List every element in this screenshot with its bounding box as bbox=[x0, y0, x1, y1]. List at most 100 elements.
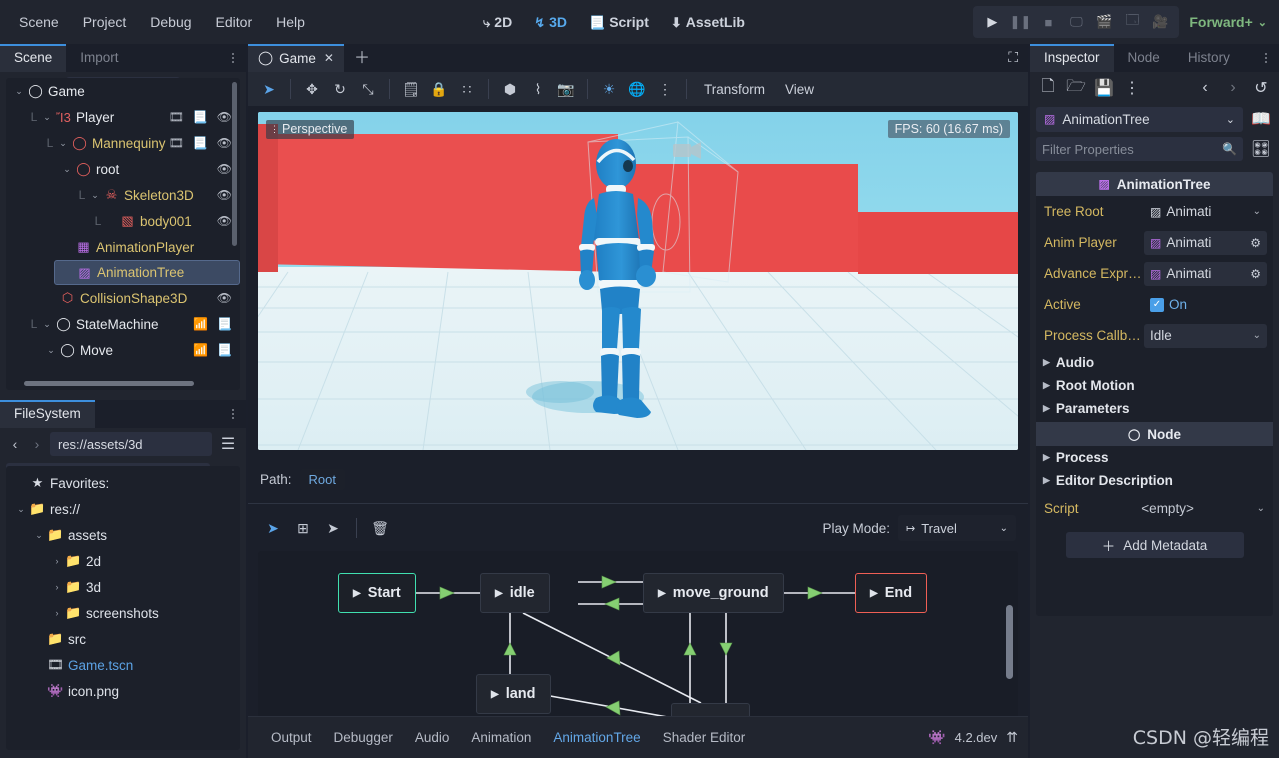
remote-debug-icon[interactable]: 🖵 bbox=[1063, 10, 1089, 34]
graph-vertical-scrollbar[interactable] bbox=[1006, 605, 1013, 679]
expand-arrow-icon[interactable]: › bbox=[50, 556, 64, 566]
expand-arrow-icon[interactable]: ⌄ bbox=[14, 504, 28, 515]
menu-editor[interactable]: Editor bbox=[205, 10, 264, 34]
category-parameters[interactable]: ▶Parameters bbox=[1036, 397, 1273, 420]
category-editordescription[interactable]: ▶Editor Description bbox=[1036, 469, 1273, 492]
script-property-row[interactable]: Script <empty> ⌄ bbox=[1036, 492, 1273, 524]
play-icon[interactable]: ▶ bbox=[495, 588, 503, 599]
expand-arrow-icon[interactable]: ⌄ bbox=[40, 319, 54, 330]
breadcrumb-root[interactable]: Root bbox=[300, 469, 345, 490]
script-icon[interactable]: 📃 bbox=[193, 110, 208, 124]
delete-node-tool-icon[interactable]: 🗑 bbox=[367, 515, 393, 541]
camera-override-icon[interactable]: 📷 bbox=[553, 76, 579, 102]
resource-tool-icon[interactable]: ⚙ bbox=[1250, 236, 1261, 250]
close-icon[interactable]: ✕ bbox=[324, 51, 334, 65]
play-project-button[interactable]: ▶ bbox=[979, 10, 1005, 34]
add-metadata-button[interactable]: ＋ Add Metadata bbox=[1066, 532, 1244, 558]
state-node-move_ground[interactable]: ▶move_ground bbox=[643, 573, 784, 613]
bottom-tab-shader-editor[interactable]: Shader Editor bbox=[652, 726, 757, 749]
scene-tree-item-mannequiny[interactable]: L⌄◯Mannequiny🎞📃👁 bbox=[38, 130, 240, 156]
use-local-space-icon[interactable]: ⬢ bbox=[497, 76, 523, 102]
tab-filesystem[interactable]: FileSystem bbox=[0, 400, 95, 428]
category-rootmotion[interactable]: ▶Root Motion bbox=[1036, 374, 1273, 397]
scene-tree-vertical-scrollbar[interactable] bbox=[232, 82, 237, 246]
3d-viewport[interactable]: ⋮ Perspective FPS: 60 (16.67 ms) bbox=[258, 112, 1018, 450]
renderer-selector[interactable]: Forward+ ⌄ bbox=[1189, 14, 1271, 30]
distraction-free-icon[interactable]: ⛶ bbox=[1008, 49, 1018, 66]
expand-bottom-panel-icon[interactable]: ⇈ bbox=[1006, 729, 1018, 746]
new-resource-icon[interactable]: 🗋 bbox=[1036, 76, 1060, 100]
play-icon[interactable]: ▶ bbox=[658, 588, 666, 599]
menu-help[interactable]: Help bbox=[265, 10, 316, 34]
mode-assetlib-button[interactable]: ⬇ AssetLib bbox=[662, 9, 754, 35]
preview-sun-icon[interactable]: ☀ bbox=[596, 76, 622, 102]
state-node-idle[interactable]: ▶idle bbox=[480, 573, 550, 613]
visibility-icon[interactable]: 👁 bbox=[217, 110, 232, 124]
toggle-split-mode-icon[interactable]: ☰ bbox=[216, 432, 240, 456]
property-row-active[interactable]: Active✓On bbox=[1036, 289, 1273, 320]
property-row-processcallb[interactable]: Process Callb…Idle⌄ bbox=[1036, 320, 1273, 351]
select-mode-icon[interactable]: ➤ bbox=[256, 76, 282, 102]
property-value[interactable]: Idle⌄ bbox=[1144, 324, 1267, 348]
property-value[interactable]: ▨Animati⌄ bbox=[1144, 200, 1267, 224]
inspector-menu-icon[interactable] bbox=[1259, 50, 1273, 66]
menu-scene[interactable]: Scene bbox=[8, 10, 70, 34]
scene-tree-item-statemachine[interactable]: L⌄◯StateMachine📶📃 bbox=[22, 311, 240, 337]
filter-properties-input[interactable]: Filter Properties 🔍 bbox=[1036, 137, 1243, 161]
filesystem-item-res[interactable]: ⌄📁res:// bbox=[6, 496, 240, 522]
bottom-tab-audio[interactable]: Audio bbox=[404, 726, 461, 749]
scene-dock-menu-icon[interactable] bbox=[226, 50, 240, 66]
tab-import[interactable]: Import bbox=[66, 44, 132, 72]
state-node-end[interactable]: ▶End bbox=[855, 573, 927, 613]
nav-back-icon[interactable]: ‹ bbox=[6, 433, 24, 455]
visibility-icon[interactable]: 👁 bbox=[217, 291, 232, 305]
property-row-treeroot[interactable]: Tree Root▨Animati⌄ bbox=[1036, 196, 1273, 227]
menu-project[interactable]: Project bbox=[72, 10, 138, 34]
view-menu[interactable]: View bbox=[776, 78, 823, 101]
checkbox-checked-icon[interactable]: ✓ bbox=[1150, 298, 1164, 312]
stop-button[interactable]: ■ bbox=[1035, 10, 1061, 34]
property-value[interactable]: ▨Animati⚙ bbox=[1144, 262, 1267, 286]
property-value[interactable]: ✓On bbox=[1144, 293, 1267, 317]
scene-tree-item-game[interactable]: ⌄◯Game bbox=[6, 78, 240, 104]
group-icon[interactable]: ∷ bbox=[454, 76, 480, 102]
scene-tree-item-skeleton3d[interactable]: L⌄☠Skeleton3D👁 bbox=[70, 182, 240, 208]
viewport-options-icon[interactable]: ⋮ bbox=[652, 76, 678, 102]
mode-2d-button[interactable]: ⤷ 2D bbox=[474, 9, 521, 35]
bottom-tab-output[interactable]: Output bbox=[260, 726, 323, 749]
play-icon[interactable]: ▶ bbox=[491, 689, 499, 700]
history-back-icon[interactable]: ‹ bbox=[1193, 76, 1217, 100]
resource-tool-icon[interactable]: ⚙ bbox=[1250, 267, 1261, 281]
property-value[interactable]: ▨Animati⚙ bbox=[1144, 231, 1267, 255]
visibility-icon[interactable]: 👁 bbox=[217, 136, 232, 150]
script-icon[interactable]: 📃 bbox=[217, 317, 232, 331]
list-select-icon[interactable]: 🗒 bbox=[398, 76, 424, 102]
snap-icon[interactable]: ⌇ bbox=[525, 76, 551, 102]
move-mode-icon[interactable]: ✥ bbox=[299, 76, 325, 102]
filesystem-path[interactable]: res://assets/3d bbox=[50, 432, 212, 456]
scene-tree[interactable]: ⌄◯GameL⌄Ἴ3Player🎞📃👁L⌄◯Mannequiny🎞📃👁⌄◯roo… bbox=[6, 78, 240, 390]
expand-arrow-icon[interactable]: ⌄ bbox=[60, 164, 74, 175]
preview-environment-icon[interactable]: 🌐 bbox=[624, 76, 650, 102]
resource-menu-icon[interactable]: ⋮ bbox=[1120, 76, 1144, 100]
history-forward-icon[interactable]: › bbox=[1221, 76, 1245, 100]
scale-mode-icon[interactable]: ⤡ bbox=[355, 76, 381, 102]
property-row-animplayer[interactable]: Anim Player▨Animati⚙ bbox=[1036, 227, 1273, 258]
scene-tree-item-animationtree[interactable]: ▨AnimationTree bbox=[54, 260, 240, 285]
expand-arrow-icon[interactable]: ⌄ bbox=[40, 112, 54, 123]
state-node-land[interactable]: ▶land bbox=[476, 674, 551, 714]
lock-icon[interactable]: 🔒 bbox=[426, 76, 452, 102]
category-audio[interactable]: ▶Audio bbox=[1036, 351, 1273, 374]
scene-tree-item-move[interactable]: ⌄◯Move📶📃 bbox=[38, 337, 240, 363]
filesystem-item-assets[interactable]: ⌄📁assets bbox=[6, 522, 240, 548]
play-icon[interactable]: ▶ bbox=[870, 588, 878, 599]
add-scene-icon[interactable]: ＋ bbox=[344, 40, 380, 72]
tab-history[interactable]: History bbox=[1174, 44, 1244, 72]
visibility-icon[interactable]: 👁 bbox=[217, 214, 232, 228]
rotate-mode-icon[interactable]: ↻ bbox=[327, 76, 353, 102]
chevron-down-icon[interactable]: ⌄ bbox=[1253, 330, 1261, 341]
chevron-down-icon[interactable]: ⌄ bbox=[1257, 503, 1265, 514]
pause-button[interactable]: ❚❚ bbox=[1007, 10, 1033, 34]
inspected-object-selector[interactable]: ▨ AnimationTree ⌄ bbox=[1036, 107, 1243, 132]
tab-node[interactable]: Node bbox=[1114, 44, 1174, 72]
